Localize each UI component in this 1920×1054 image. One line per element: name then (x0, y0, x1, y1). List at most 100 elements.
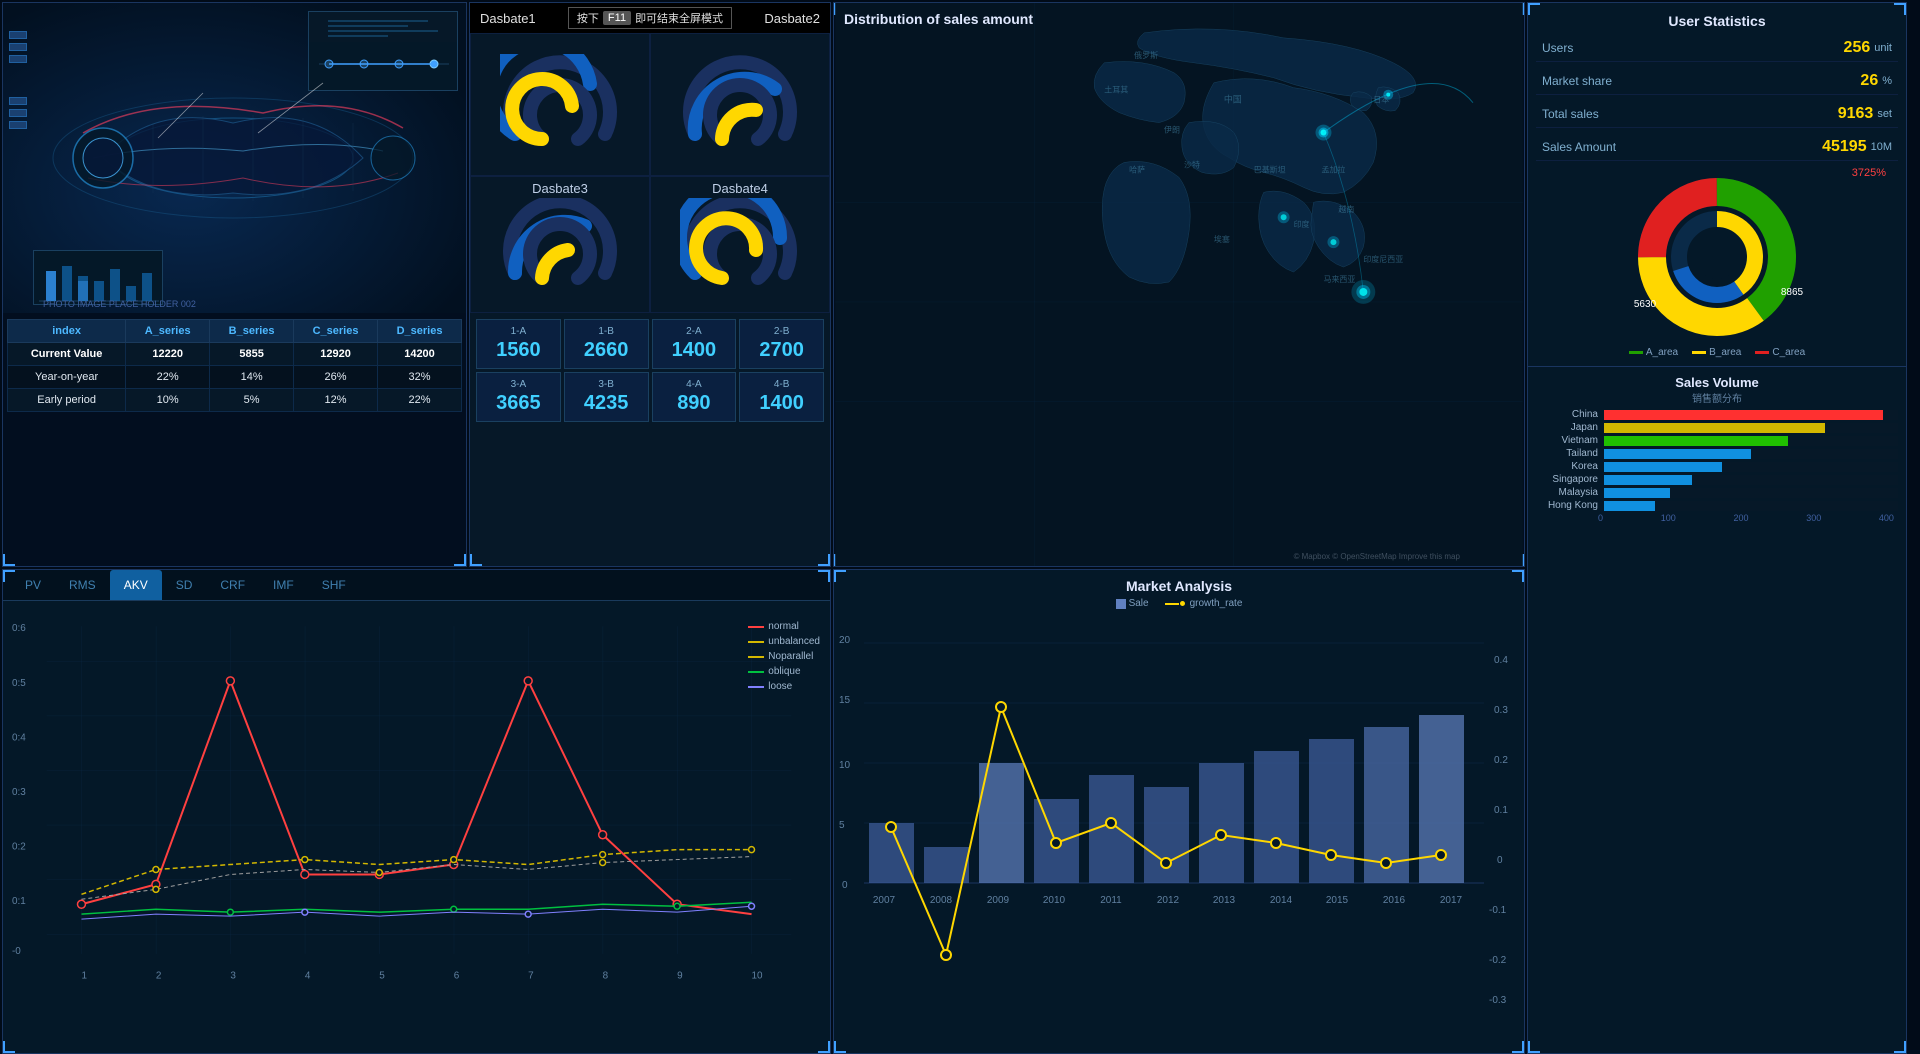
donut-chart-svg: 5630 8865 (1617, 177, 1817, 337)
legend-oblique-label: oblique (768, 666, 800, 677)
svg-text:2011: 2011 (1100, 895, 1122, 906)
growth-label: 3725% (1852, 167, 1886, 179)
metric-value: 1400 (655, 339, 734, 362)
metric-value: 4235 (567, 392, 646, 415)
bar-row: Korea (1536, 461, 1898, 472)
metric-value: 1560 (479, 339, 558, 362)
bar-fill (1604, 475, 1692, 485)
axis-100: 100 (1661, 513, 1676, 523)
svg-text:马来西亚: 马来西亚 (1323, 275, 1355, 284)
panel-map-area: Distribution of sales amount (833, 2, 1525, 567)
stat-unit: % (1882, 75, 1892, 87)
svg-text:-0.3: -0.3 (1489, 995, 1507, 1006)
legend-b-label: B_area (1709, 347, 1741, 358)
tab-crf[interactable]: CRF (206, 570, 259, 600)
tab-imf[interactable]: IMF (259, 570, 308, 600)
svg-text:6: 6 (454, 971, 460, 982)
svg-text:哈萨: 哈萨 (1129, 164, 1145, 174)
legend-a-area: A_area (1629, 347, 1678, 358)
svg-text:0:1: 0:1 (12, 896, 26, 907)
table-cell: Early period (8, 389, 126, 412)
metric-cell: 4-A890 (652, 372, 737, 422)
axis-300: 300 (1806, 513, 1821, 523)
bar-row: Malaysia (1536, 487, 1898, 498)
metric-value: 3665 (479, 392, 558, 415)
dasbate1-title: Dasbate1 (480, 11, 536, 26)
tabs-row: PV RMS AKV SD CRF IMF SHF (3, 570, 830, 601)
table-cell: 22% (378, 389, 462, 412)
metric-cell: 3-A3665 (476, 372, 561, 422)
svg-text:10: 10 (839, 760, 851, 771)
gauge-svg-1 (500, 54, 620, 154)
tab-rms[interactable]: RMS (55, 570, 110, 600)
metric-value: 2660 (567, 339, 646, 362)
stat-unit: 10M (1871, 141, 1892, 153)
svg-text:0: 0 (842, 880, 848, 891)
svg-text:2012: 2012 (1157, 895, 1180, 906)
svg-text:5630: 5630 (1634, 299, 1657, 310)
bar-country: China (1536, 409, 1598, 420)
svg-text:0.1: 0.1 (1494, 805, 1508, 816)
tab-akv[interactable]: AKV (110, 570, 162, 600)
svg-text:3: 3 (230, 971, 236, 982)
metric-tag: 3-B (567, 379, 646, 390)
legend-loose-label: loose (768, 681, 792, 692)
bar-row: Singapore (1536, 474, 1898, 485)
metric-tag: 2-B (742, 326, 821, 337)
gauge-cell-3: Dasbate3 (470, 176, 650, 314)
tab-pv[interactable]: PV (11, 570, 55, 600)
bar-track (1604, 462, 1898, 472)
svg-text:越南: 越南 (1338, 204, 1354, 214)
bar-track (1604, 449, 1898, 459)
svg-text:2015: 2015 (1326, 895, 1349, 906)
svg-text:2014: 2014 (1270, 895, 1293, 906)
tab-sd[interactable]: SD (162, 570, 207, 600)
col-c: C_series (294, 320, 378, 343)
panel-market: Market Analysis Sale growth_rate 20 15 1… (833, 569, 1525, 1054)
legend-noparallel: Noparallel (748, 651, 820, 662)
bar-fill (1604, 436, 1788, 446)
bar-country: Malaysia (1536, 487, 1598, 498)
metric-tag: 4-A (655, 379, 734, 390)
table-cell: 12% (294, 389, 378, 412)
bar-fill (1604, 423, 1825, 433)
table-cell: 14200 (378, 343, 462, 366)
gauges-grid: Dasbate3 Dasbate4 (470, 33, 830, 313)
svg-text:2017: 2017 (1440, 895, 1463, 906)
table-cell: Year-on-year (8, 366, 126, 389)
donut-area: 3725% 5630 8865 (1528, 167, 1906, 347)
svg-text:土耳其: 土耳其 (1104, 85, 1128, 95)
table-cell: 14% (210, 366, 294, 389)
akv-legend: normal unbalanced Noparallel oblique loo… (748, 621, 820, 696)
map-title: Distribution of sales amount (844, 11, 1033, 27)
legend-oblique: oblique (748, 666, 820, 677)
metrics-grid: 1-A15601-B26602-A14002-B27003-A36653-B42… (470, 313, 830, 428)
legend-growth-label: growth_rate (1190, 598, 1243, 609)
col-b: B_series (210, 320, 294, 343)
bar-row: Japan (1536, 422, 1898, 433)
bar-country: Hong Kong (1536, 500, 1598, 511)
svg-text:5: 5 (379, 971, 385, 982)
tab-shf[interactable]: SHF (308, 570, 360, 600)
metric-tag: 2-A (655, 326, 734, 337)
panel-3d: PHOTO IMAGE PLACE HOLDER 002 index A_ser… (2, 2, 467, 567)
table-cell: 26% (294, 366, 378, 389)
svg-text:8865: 8865 (1781, 287, 1804, 298)
sales-vol-title: Sales Volume (1536, 375, 1898, 390)
svg-text:2008: 2008 (930, 895, 953, 906)
axis-200: 200 (1733, 513, 1748, 523)
svg-text:© Mapbox © OpenStreetMap Impro: © Mapbox © OpenStreetMap Improve this ma… (1294, 552, 1461, 561)
stat-row: Sales Amount4519510M (1536, 134, 1898, 161)
bar-track (1604, 488, 1898, 498)
legend-c-label: C_area (1772, 347, 1805, 358)
legend-a-label: A_area (1646, 347, 1678, 358)
f11-tooltip: 按下 F11 即可结束全屏模式 (568, 7, 732, 29)
legend-unbalanced-label: unbalanced (768, 636, 820, 647)
legend-growth: growth_rate (1165, 598, 1243, 609)
table-cell: 10% (126, 389, 210, 412)
gauge-svg-2 (680, 54, 800, 154)
svg-text:0.4: 0.4 (1494, 655, 1508, 666)
svg-text:2010: 2010 (1043, 895, 1066, 906)
placeholder-label: PHOTO IMAGE PLACE HOLDER 002 (43, 299, 196, 309)
svg-text:孟加拉: 孟加拉 (1321, 164, 1345, 174)
